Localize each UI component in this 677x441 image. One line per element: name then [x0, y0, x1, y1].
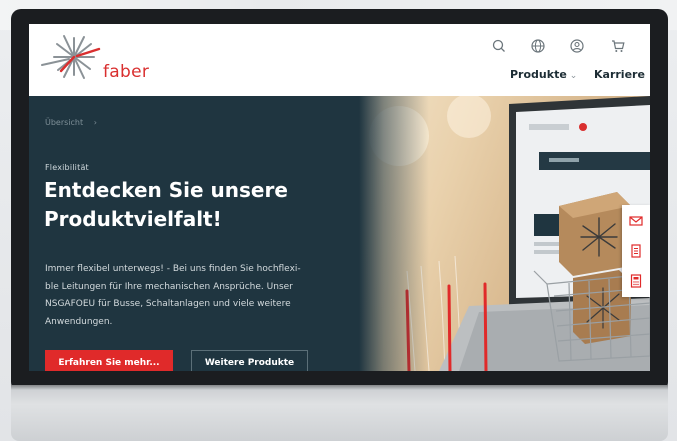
faber-logo[interactable]: faber — [37, 31, 152, 83]
mail-icon[interactable] — [629, 214, 643, 228]
user-icon[interactable] — [569, 38, 585, 54]
headline-line-2: Produktvielfalt! — [44, 207, 222, 231]
body-line: Anwendungen. — [45, 316, 113, 327]
headline-line-1: Entdecken Sie unsere — [44, 178, 288, 202]
image-fade — [359, 96, 429, 371]
more-products-button[interactable]: Weitere Produkte — [191, 350, 308, 371]
search-icon[interactable] — [491, 38, 507, 54]
hero-body: Immer flexibel unterwegs! - Bei uns find… — [45, 261, 350, 331]
floating-side-tab — [622, 205, 650, 297]
body-line: Immer flexibel unterwegs! - Bei uns find… — [45, 264, 301, 274]
hero-eyebrow: Flexibilität — [45, 163, 89, 172]
monitor-chin — [11, 385, 668, 441]
hero-section: Übersicht › Flexibilität Entdecken Sie u… — [29, 96, 359, 371]
learn-more-button[interactable]: Erfahren Sie mehr... — [45, 350, 173, 371]
breadcrumb: Übersicht › — [45, 118, 97, 127]
body-line: ble Leitungen für Ihre mechanischen Ansp… — [45, 281, 293, 292]
nav-produkte[interactable]: Produkte ⌄ — [510, 68, 577, 81]
cart-icon[interactable] — [610, 38, 626, 54]
hero-image — [359, 96, 650, 371]
starburst-icon — [41, 35, 101, 79]
document-icon[interactable] — [629, 244, 643, 258]
website-screen: faber Produkte ⌄ Karriere Übersicht › Fl… — [29, 24, 650, 371]
nav-produkte-label: Produkte — [510, 68, 567, 81]
site-header: faber Produkte ⌄ Karriere — [29, 24, 650, 96]
breadcrumb-separator: › — [93, 118, 97, 127]
monitor-chin-shadow — [11, 385, 668, 390]
body-line: NSGAFOEU für Busse, Schaltanlagen und vi… — [45, 299, 291, 309]
nav-karriere[interactable]: Karriere — [594, 68, 645, 81]
chevron-down-icon: ⌄ — [569, 71, 578, 81]
logo-text: faber — [103, 62, 150, 82]
breadcrumb-item[interactable]: Übersicht — [45, 118, 83, 127]
hero-headline: Entdecken Sie unsere Produktvielfalt! — [44, 176, 344, 234]
globe-icon[interactable] — [530, 38, 546, 54]
calculator-icon[interactable] — [629, 274, 643, 288]
